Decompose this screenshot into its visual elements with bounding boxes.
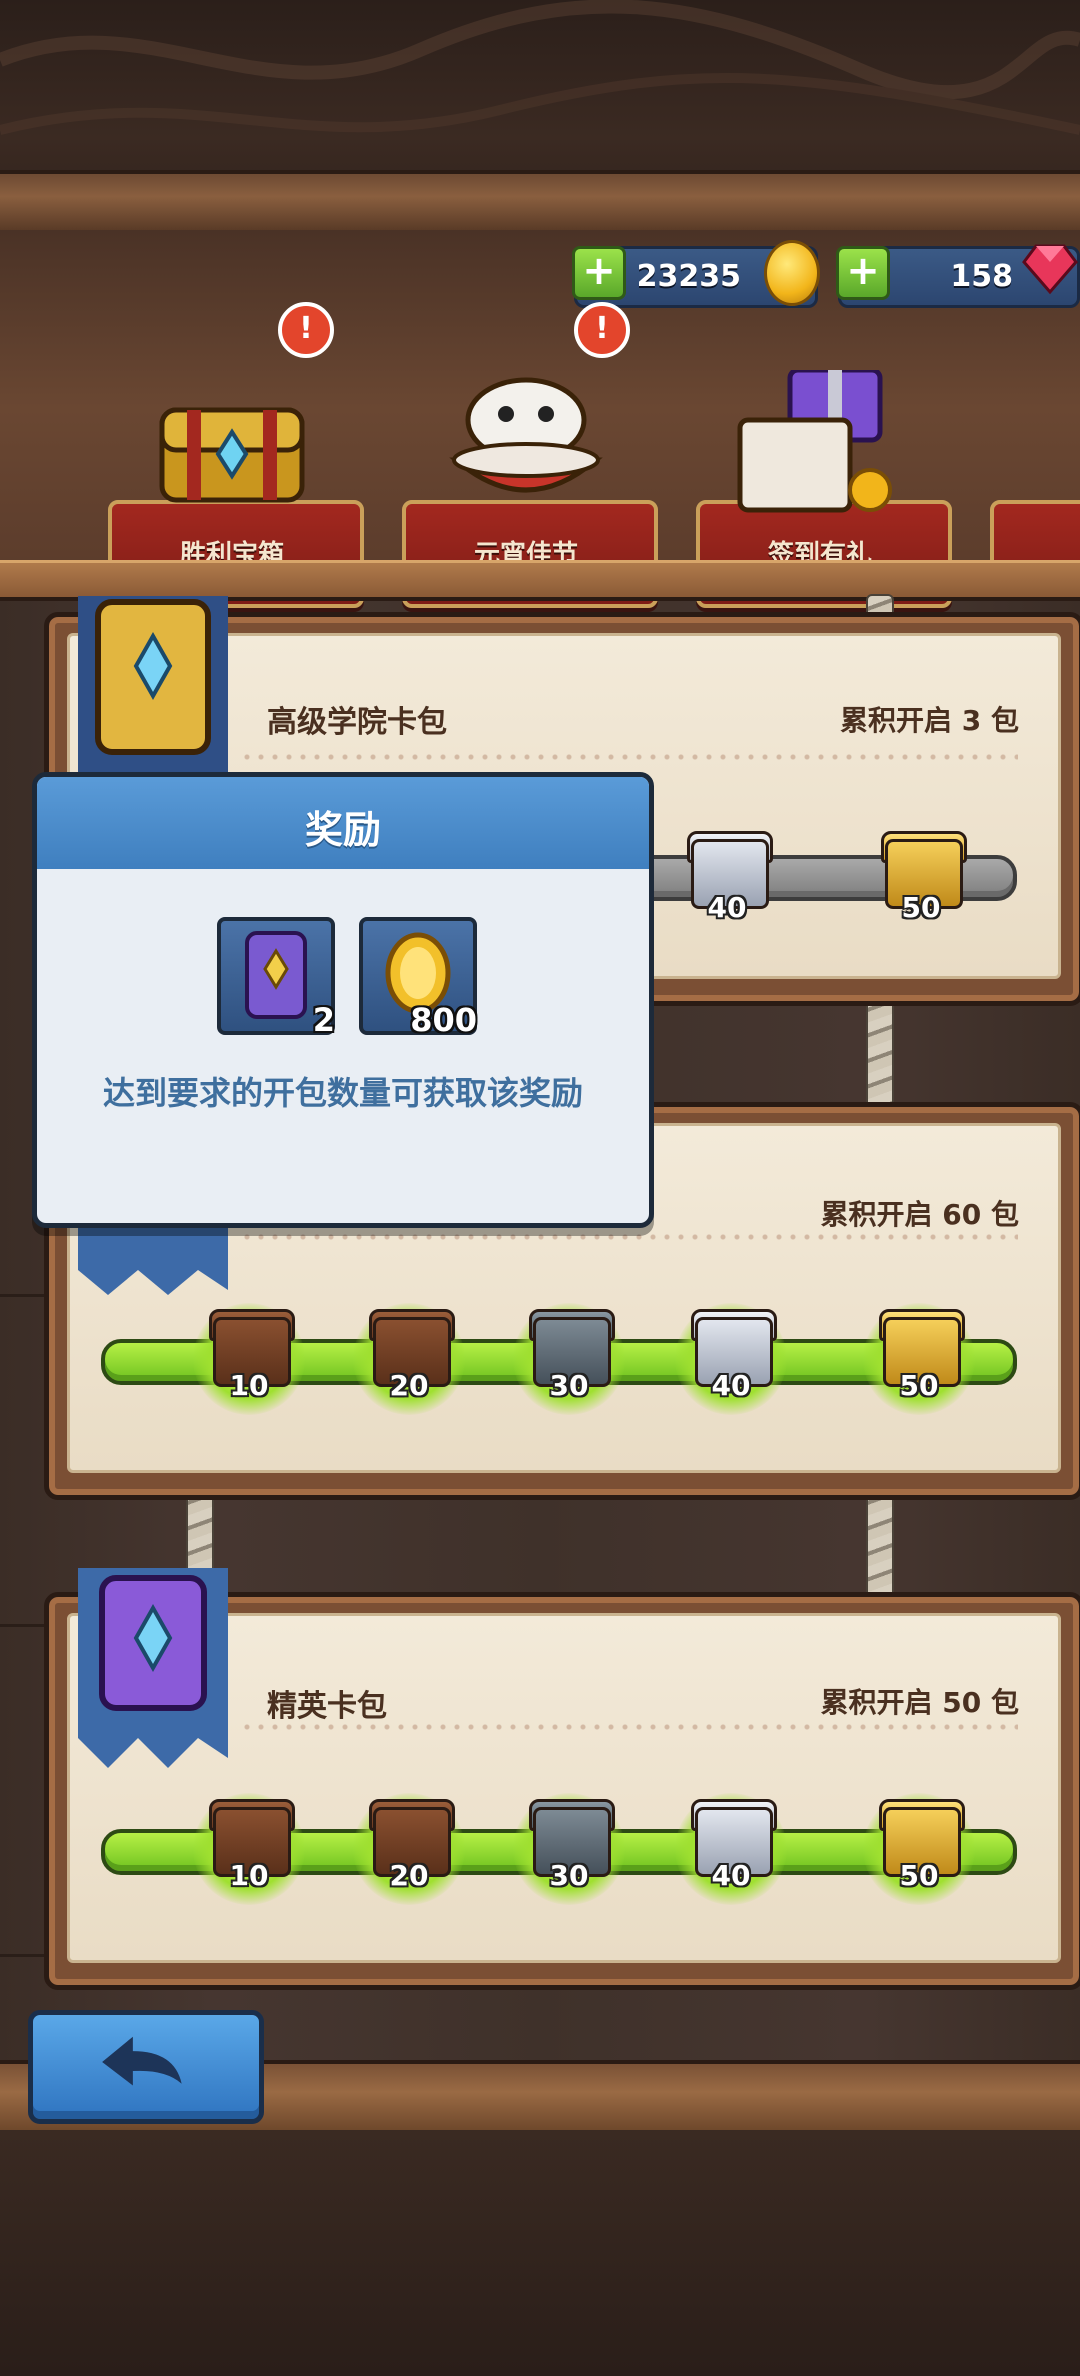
chest-reward-30[interactable]: 30 xyxy=(513,1303,625,1415)
chest-reward-20[interactable]: 20 xyxy=(353,1793,465,1905)
elite-pack-banner xyxy=(78,1568,228,1768)
gem-value: 158 xyxy=(950,259,1013,294)
popup-message: 达到要求的开包数量可获取该奖励 xyxy=(102,1074,583,1112)
lion-dance-bowl-icon xyxy=(449,377,603,493)
rope xyxy=(866,1488,894,1602)
top-beam xyxy=(0,170,1080,234)
treasure-chest-icon xyxy=(159,407,305,503)
item-count: 800 xyxy=(410,1001,477,1039)
alert-badge: ! xyxy=(278,302,334,358)
pack-requirement: 累积开启 3 包 xyxy=(840,704,1019,737)
pack-requirement: 累积开启 50 包 xyxy=(820,1686,1019,1719)
shelf-lip xyxy=(0,560,1080,601)
rope xyxy=(866,995,894,1109)
add-gems-button[interactable]: + xyxy=(836,246,890,300)
reward-item-card-pack: 2 xyxy=(217,917,335,1039)
calendar-gift-icon xyxy=(737,370,892,513)
event-tile-lantern-festival[interactable]: ! 元宵佳节 xyxy=(402,302,658,608)
gold-coin-icon xyxy=(764,240,820,306)
item-count: 2 xyxy=(312,1001,335,1039)
reward-item-gold: 800 xyxy=(359,917,477,1039)
event-tile-partial[interactable] xyxy=(990,430,1080,580)
chest-reward-10[interactable]: 10 xyxy=(193,1303,305,1415)
chest-reward-20[interactable]: 20 xyxy=(353,1303,465,1415)
chest-reward-40[interactable]: 40 xyxy=(675,1793,787,1905)
event-tile-victory-chest[interactable]: ! 胜利宝箱 xyxy=(108,302,364,608)
chest-reward-40[interactable]: 40 xyxy=(675,1303,787,1415)
chest-reward-50[interactable]: 50 xyxy=(863,1793,975,1905)
back-button[interactable] xyxy=(28,2010,264,2124)
coin-value: 23235 xyxy=(636,259,741,294)
chest-reward-10[interactable]: 10 xyxy=(193,1793,305,1905)
event-tile-sign-in[interactable]: 签到有礼 xyxy=(696,370,952,608)
back-arrow-icon xyxy=(102,2036,182,2086)
chest-reward-40[interactable]: 40 xyxy=(679,829,775,929)
chest-reward-30[interactable]: 30 xyxy=(513,1793,625,1905)
alert-badge: ! xyxy=(574,302,630,358)
ruby-gem-icon xyxy=(1022,244,1078,295)
bottom-frame xyxy=(0,2130,1080,2376)
pack-name: 精英卡包 xyxy=(267,1689,387,1724)
pack-requirement: 累积开启 60 包 xyxy=(820,1198,1019,1231)
wood-carving-decoration xyxy=(0,0,1080,135)
chest-reward-50[interactable]: 50 xyxy=(863,1303,975,1415)
add-coins-button[interactable]: + xyxy=(572,246,626,300)
pack-name: 高级学院卡包 xyxy=(267,705,447,740)
chest-reward-50[interactable]: 50 xyxy=(873,829,969,929)
reward-popup: 奖励 2 800 达到要求的开包数量可获取该奖励 xyxy=(32,772,654,1228)
advanced-pack-banner xyxy=(78,596,228,776)
popup-title: 奖励 xyxy=(304,808,381,852)
